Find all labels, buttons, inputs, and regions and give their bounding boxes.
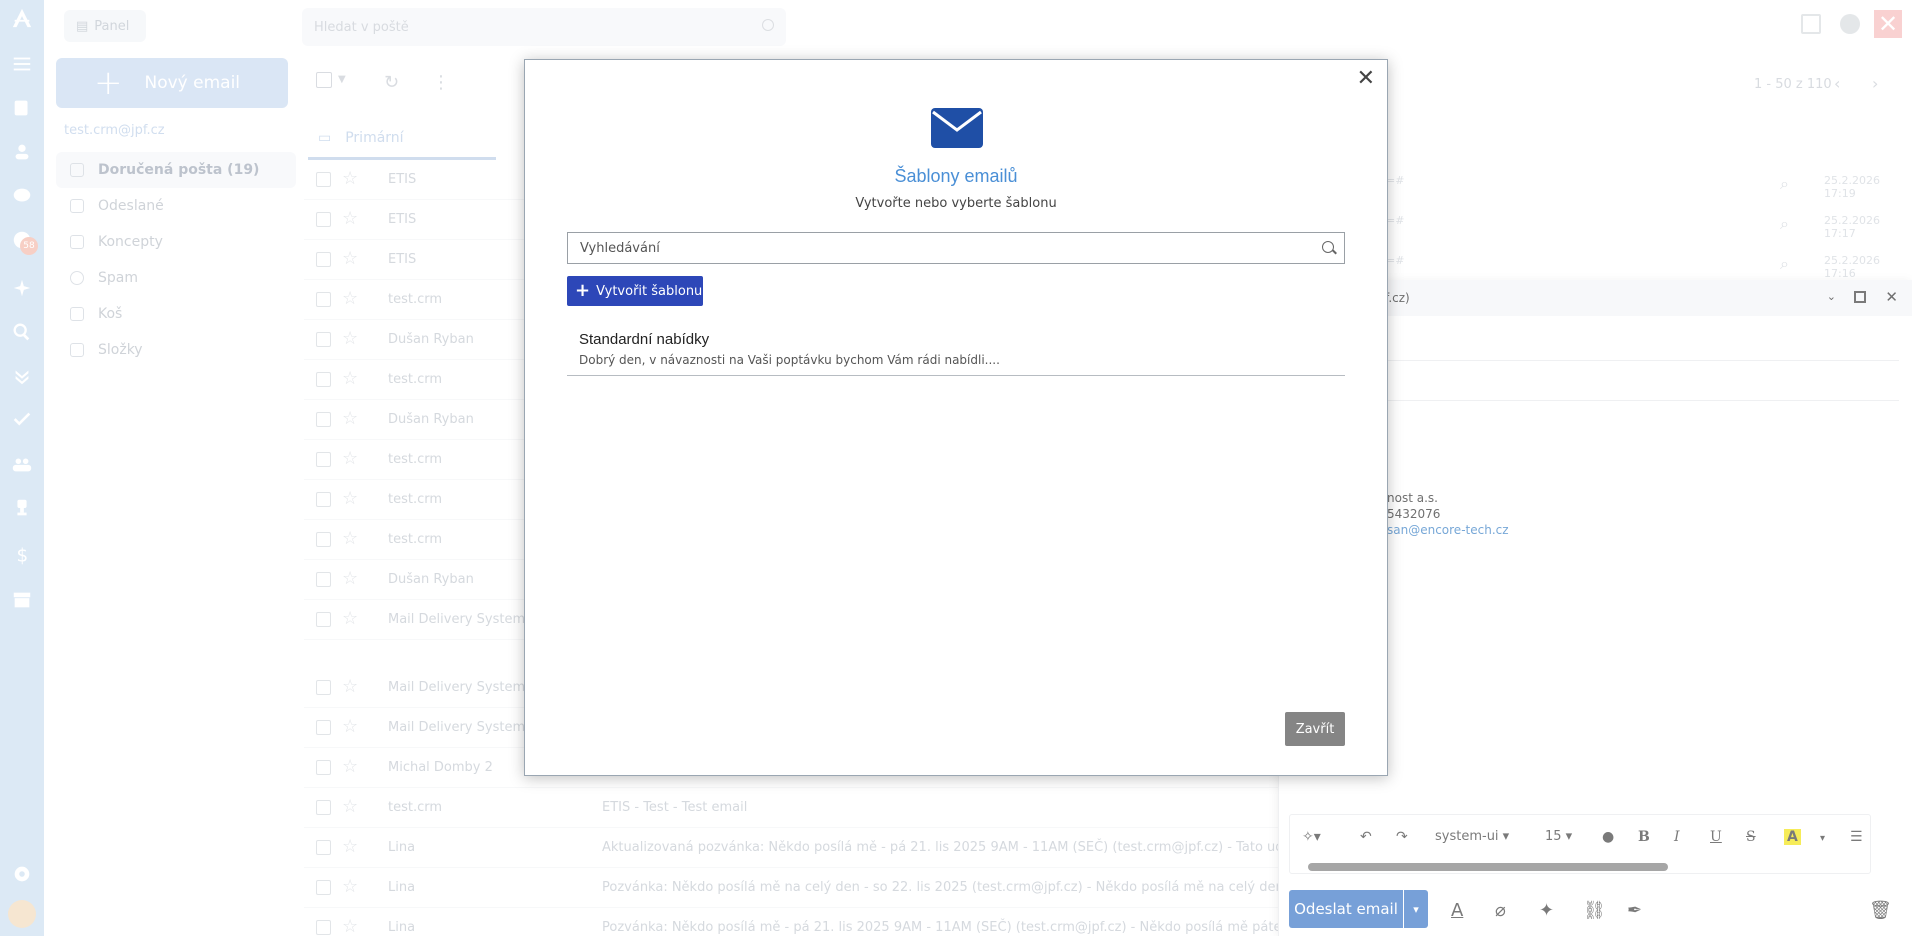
envelope-icon <box>931 108 983 148</box>
template-name: Standardní nabídky <box>579 331 710 348</box>
template-search-input[interactable]: Vyhledávání <box>567 232 1345 264</box>
template-item[interactable]: Standardní nabídky Dobrý den, v návaznos… <box>567 320 1345 376</box>
template-search-placeholder: Vyhledávání <box>580 240 660 256</box>
plus-icon: + <box>575 280 591 301</box>
modal-subtitle: Vytvořte nebo vyberte šablonu <box>855 196 1057 211</box>
create-template-button[interactable]: + Vytvořit šablonu <box>567 276 703 306</box>
close-button-label: Zavřít <box>1295 721 1335 737</box>
search-icon <box>1322 241 1334 253</box>
app-root: 58 $ ▤ Panel + Nový email test.crm@jpf.c… <box>0 0 1912 936</box>
modal-title: Šablony emailů <box>894 166 1018 186</box>
email-templates-modal: ✕ Šablony emailů Vytvořte nebo vyberte š… <box>524 59 1388 776</box>
close-button[interactable]: Zavřít <box>1285 712 1345 746</box>
close-icon[interactable]: ✕ <box>1357 66 1375 91</box>
template-preview: Dobrý den, v návaznosti na Vaši poptávku… <box>579 353 1000 367</box>
create-template-label: Vytvořit šablonu <box>596 283 703 299</box>
